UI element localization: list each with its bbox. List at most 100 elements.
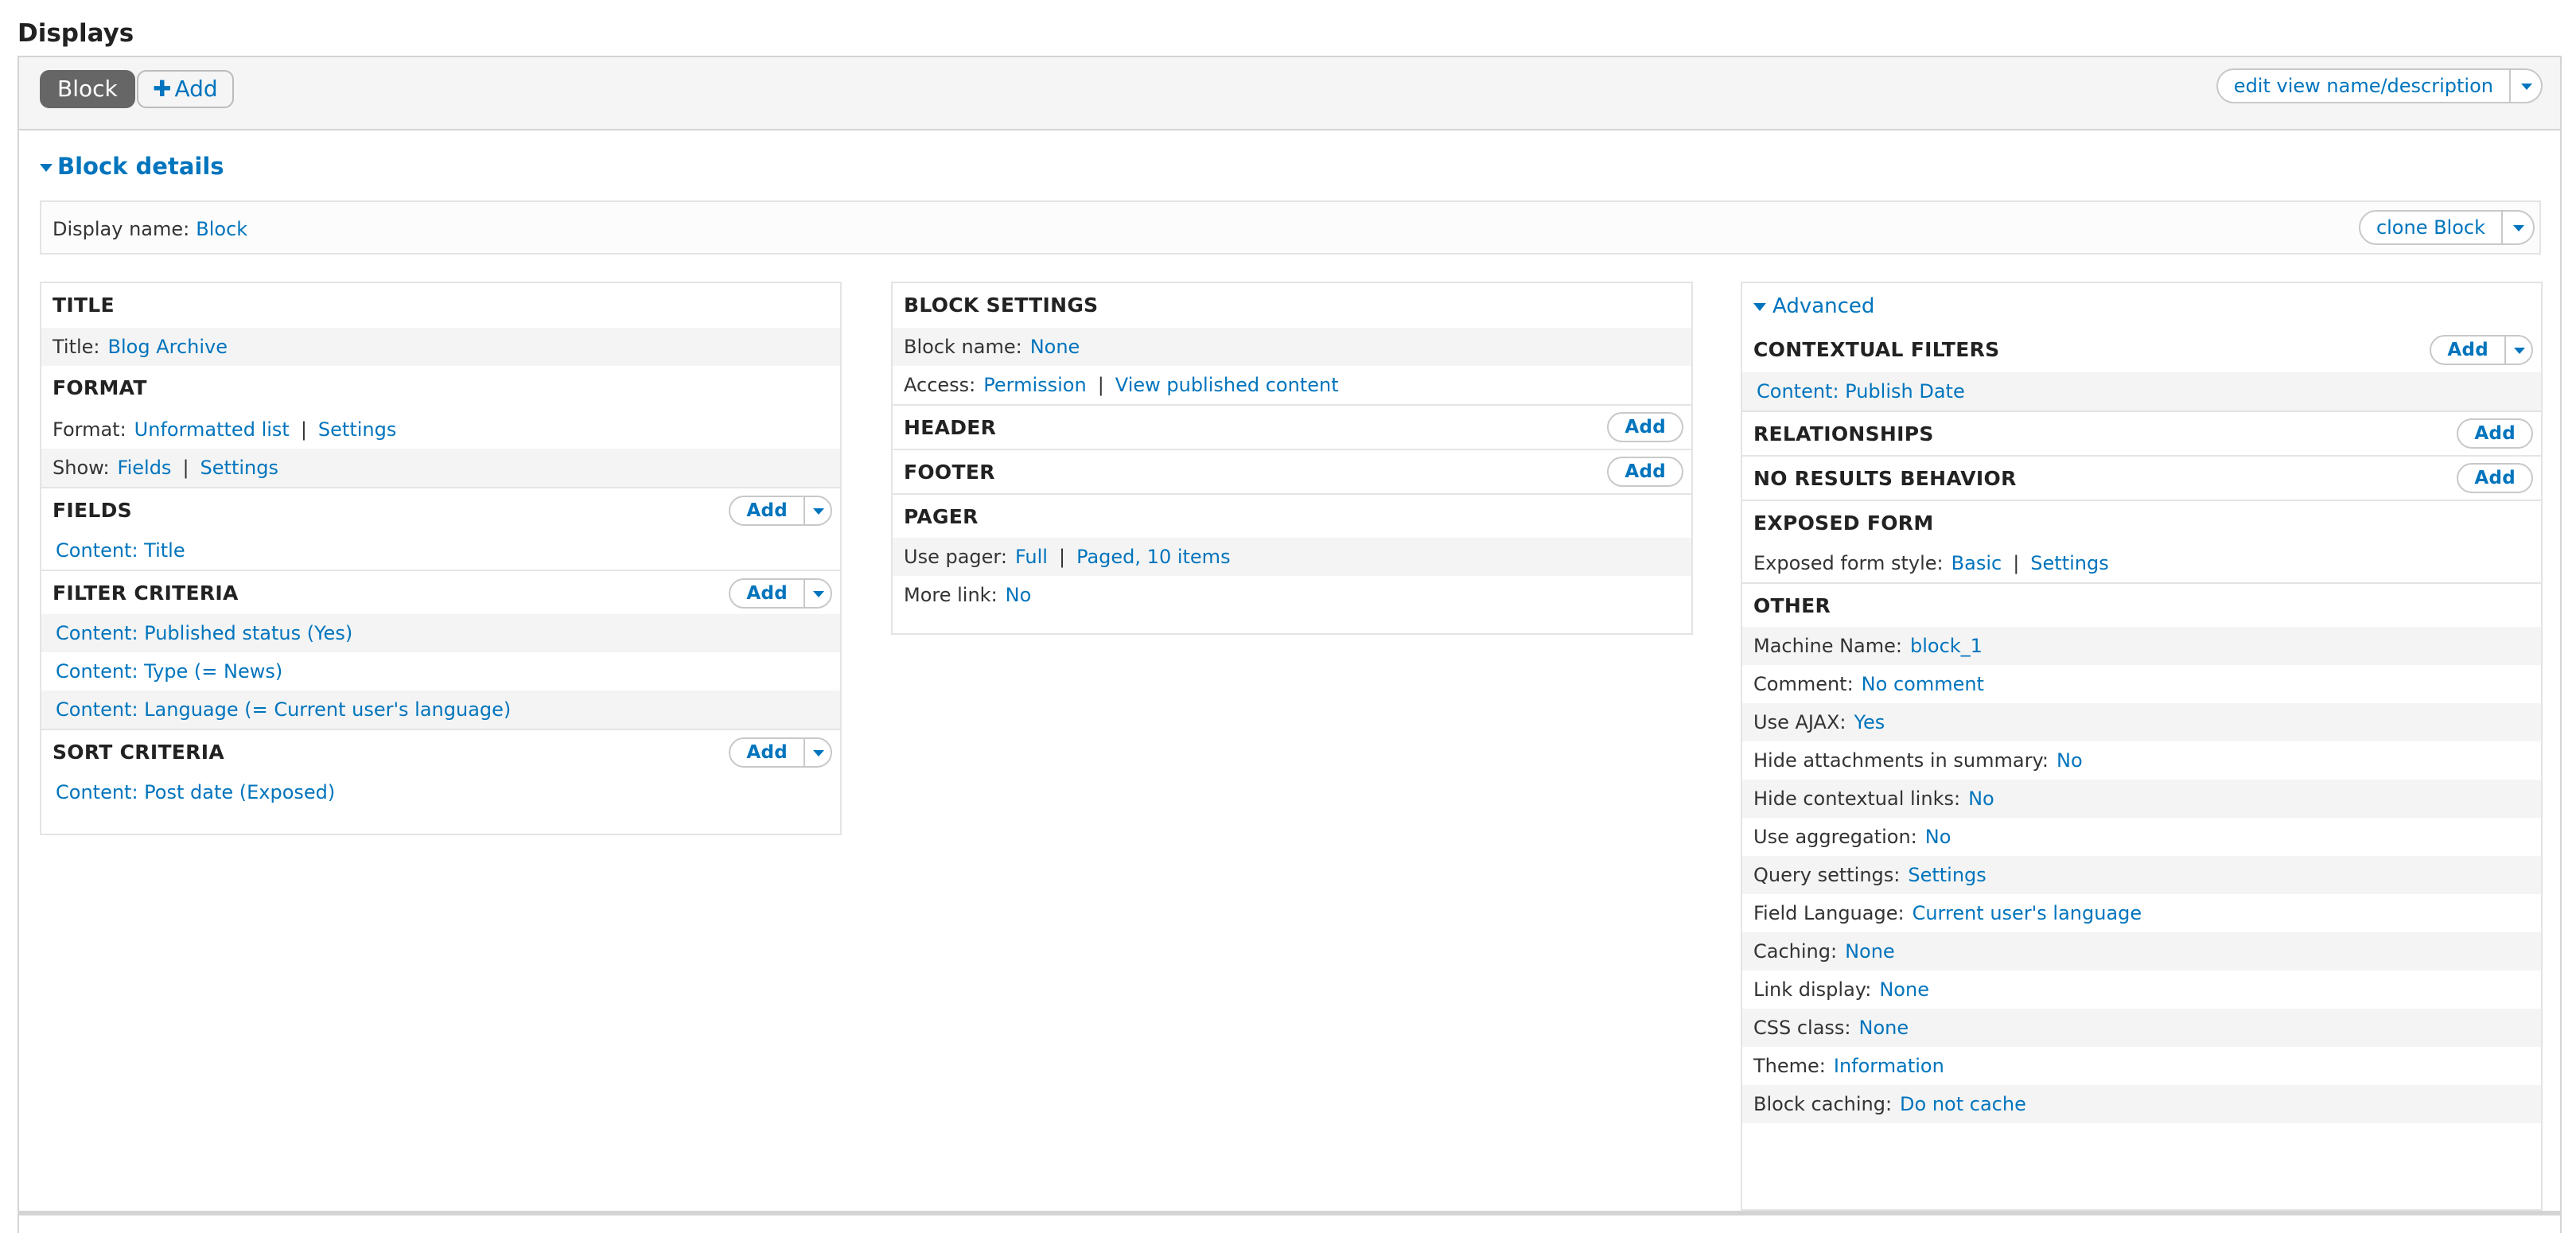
clone-block-label[interactable]: clone Block [2360,212,2501,243]
edit-view-name-label[interactable]: edit view name/description [2218,70,2509,102]
other-row: Machine Name: block_1 [1742,627,2541,665]
use-pager-row: Use pager: Full | Paged, 10 items [893,538,1691,576]
relationships-heading: RELATIONSHIPS [1753,422,1934,445]
show-value-link[interactable]: Fields [118,457,172,479]
relationships-add-button[interactable]: Add [2457,418,2533,449]
block-name-label: Block name: [904,336,1022,358]
other-row-link[interactable]: block_1 [1910,635,1983,657]
caret-down-icon [813,508,824,515]
contextual-add-label[interactable]: Add [2431,336,2504,364]
use-pager-link[interactable]: Full [1015,546,1048,568]
sort-criteria-heading: SORT CRITERIA [53,741,224,764]
other-row: Link display: None [1742,970,2541,1009]
filter-add-label[interactable]: Add [730,580,804,607]
contextual-add-dropdown[interactable] [2504,336,2531,364]
other-row-link[interactable]: Yes [1854,711,1885,733]
other-row-link[interactable]: No comment [1862,673,1984,695]
format-value-link[interactable]: Unformatted list [134,418,290,441]
field-link[interactable]: Content: Title [56,539,185,562]
caret-down-icon [2514,348,2525,354]
sort-add-dropdown[interactable] [804,739,831,766]
panel-bottom-divider [18,1211,2562,1215]
edit-view-name-button[interactable]: edit view name/description [2216,68,2543,103]
other-row: Hide contextual links: No [1742,780,2541,818]
caret-down-icon [813,591,824,597]
other-row-label: Field Language: [1753,902,1905,924]
sort-add-label[interactable]: Add [730,739,804,766]
other-row-link[interactable]: No [2057,749,2083,772]
other-heading: OTHER [1742,582,2541,627]
triangle-down-icon [1753,302,1766,311]
title-value-link[interactable]: Blog Archive [108,336,228,358]
fields-add-label[interactable]: Add [730,497,804,524]
header-add-button[interactable]: Add [1607,412,1683,442]
tab-block[interactable]: Block [40,70,135,108]
footer-add-button[interactable]: Add [1607,457,1683,487]
block-details-toggle[interactable]: Block details [40,153,224,180]
use-pager-detail-link[interactable]: Paged, 10 items [1076,546,1231,568]
contextual-add-button[interactable]: Add [2430,335,2533,365]
list-item: Content: Language (= Current user's lang… [41,690,840,729]
list-item: Content: Title [41,531,840,570]
caret-down-icon [2513,225,2524,231]
filter-criteria-section: FILTER CRITERIA Add [41,570,840,614]
header-section: HEADER Add [893,404,1691,449]
filter-add-dropdown[interactable] [804,580,831,607]
display-tabs-bar: Block ✚ Add edit view name/description [19,57,2560,130]
other-row-link[interactable]: Current user's language [1913,902,2142,924]
filter-link[interactable]: Content: Language (= Current user's lang… [56,698,511,721]
list-item: Content: Post date (Exposed) [41,773,840,811]
other-row-label: Machine Name: [1753,635,1902,657]
exposed-form-row: Exposed form style: Basic | Settings [1753,552,2109,574]
other-row-link[interactable]: None [1859,1017,1909,1039]
add-display-button[interactable]: ✚ Add [137,70,234,108]
fields-add-dropdown[interactable] [804,497,831,524]
exposed-form-settings-link[interactable]: Settings [2030,552,2108,574]
advanced-toggle[interactable]: Advanced [1742,283,2541,328]
block-details-label: Block details [57,153,224,180]
contextual-filters-heading: CONTEXTUAL FILTERS [1753,338,2000,361]
list-item: Content: Type (= News) [41,652,840,690]
format-settings-link[interactable]: Settings [318,418,396,441]
other-row-link[interactable]: Do not cache [1900,1093,2026,1115]
block-settings-heading: BLOCK SETTINGS [904,294,1099,317]
show-row: Show: Fields | Settings [41,449,840,487]
other-row-link[interactable]: Settings [1908,864,1986,886]
other-row-link[interactable]: Information [1834,1055,1944,1077]
clone-block-button[interactable]: clone Block [2358,210,2535,245]
list-item: Content: Publish Date [1742,372,2541,410]
format-label: Format: [53,418,126,441]
other-row-link[interactable]: No [1968,788,1994,810]
access-link[interactable]: Permission [983,374,1086,396]
fields-add-button[interactable]: Add [729,496,832,526]
access-detail-link[interactable]: View published content [1115,374,1339,396]
edit-view-dropdown[interactable] [2509,70,2541,102]
sort-criteria-section: SORT CRITERIA Add [41,729,840,773]
middle-column: BLOCK SETTINGS Block name: None Access: Pe… [891,282,1693,635]
add-display-label: Add [174,76,218,102]
footer-heading: FOOTER [904,461,995,484]
no-results-add-button[interactable]: Add [2457,463,2533,493]
filter-link[interactable]: Content: Published status (Yes) [56,622,352,644]
block-name-link[interactable]: None [1030,336,1080,358]
sort-add-button[interactable]: Add [729,737,832,768]
other-row-label: Theme: [1753,1055,1826,1077]
sort-link[interactable]: Content: Post date (Exposed) [56,781,335,803]
show-settings-link[interactable]: Settings [200,457,278,479]
exposed-form-link[interactable]: Basic [1951,552,2002,574]
other-row: Caching: None [1742,932,2541,970]
access-row: Access: Permission | View published content [904,374,1339,396]
filter-add-button[interactable]: Add [729,578,832,609]
header-heading: HEADER [904,416,997,439]
other-row: Query settings: Settings [1742,856,2541,894]
caret-down-icon [813,750,824,757]
other-row-label: Query settings: [1753,864,1901,886]
clone-block-dropdown[interactable] [2501,212,2533,243]
other-row-link[interactable]: None [1845,940,1895,963]
other-row-link[interactable]: None [1879,978,1929,1001]
contextual-filter-link[interactable]: Content: Publish Date [1757,380,1965,403]
more-link-link[interactable]: No [1006,584,1032,606]
display-name-link[interactable]: Block [196,218,247,240]
filter-link[interactable]: Content: Type (= News) [56,660,282,683]
other-row-link[interactable]: No [1925,826,1951,848]
